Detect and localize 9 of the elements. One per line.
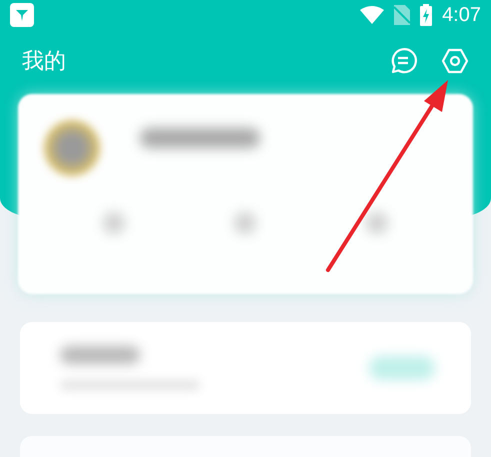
page-title: 我的	[22, 48, 66, 76]
blurred-avatar	[44, 120, 100, 176]
wifi-icon	[360, 6, 384, 24]
battery-icon	[420, 4, 432, 26]
message-icon[interactable]	[389, 47, 417, 75]
app-icon	[10, 3, 34, 27]
no-sim-icon	[394, 5, 410, 25]
settings-icon[interactable]	[441, 47, 469, 75]
status-time: 4:07	[442, 4, 481, 26]
